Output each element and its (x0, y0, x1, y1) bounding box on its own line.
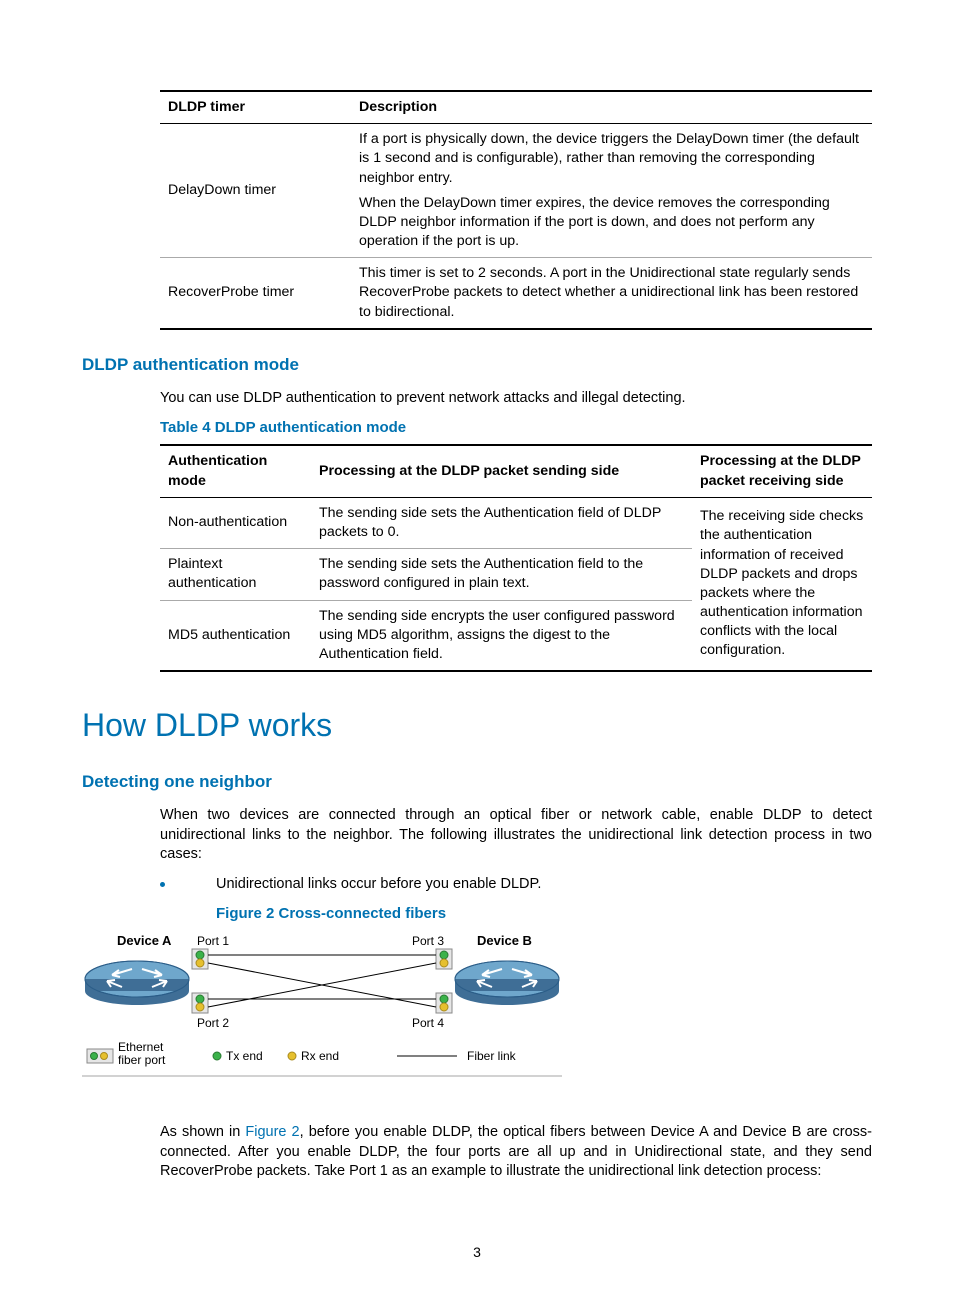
t1-r0-c1b: When the DelayDown timer expires, the de… (359, 194, 864, 252)
svg-text:Fiber link: Fiber link (467, 1049, 517, 1063)
t2-col3: The receiving side checks the authentica… (692, 497, 872, 671)
heading-auth-mode: DLDP authentication mode (82, 354, 872, 377)
port-1-icon (192, 949, 208, 969)
t2-h2: Processing at the DLDP packet receiving … (692, 445, 872, 497)
t1-r1-c0: RecoverProbe timer (160, 258, 351, 329)
router-b-icon (455, 961, 559, 1005)
t1-h1: Description (351, 91, 872, 124)
t2-r1-c1: The sending side sets the Authentication… (311, 549, 692, 600)
t2-h1: Processing at the DLDP packet sending si… (311, 445, 692, 497)
figure2-link[interactable]: Figure 2 (245, 1124, 299, 1140)
heading-how-dldp-works: How DLDP works (82, 704, 872, 747)
t2-r1-c0: Plaintext authentication (160, 549, 311, 600)
t1-h0: DLDP timer (160, 91, 351, 124)
router-a-icon (85, 961, 189, 1005)
table4-caption: Table 4 DLDP authentication mode (160, 418, 872, 438)
fig-device-b-label: Device B (477, 933, 532, 948)
detect-p2: As shown in Figure 2, before you enable … (160, 1123, 872, 1182)
bullet-1: Unidirectional links occur before you en… (160, 875, 872, 895)
svg-text:Tx end: Tx end (226, 1049, 263, 1063)
t2-r0-c1: The sending side sets the Authentication… (311, 497, 692, 548)
t2-r2-c0: MD5 authentication (160, 600, 311, 671)
fig-device-a-label: Device A (117, 933, 172, 948)
fig-port1-label: Port 1 (197, 934, 229, 948)
t2-r2-c1: The sending side encrypts the user confi… (311, 600, 692, 671)
legend: Ethernet fiber port Tx end Rx end Fiber … (82, 1040, 562, 1076)
t2-h0: Authentication mode (160, 445, 311, 497)
t1-r0-c1a: If a port is physically down, the device… (359, 130, 864, 194)
svg-text:Ethernet: Ethernet (118, 1040, 164, 1054)
fig-port4-label: Port 4 (412, 1016, 444, 1030)
figure2-caption: Figure 2 Cross-connected fibers (216, 904, 872, 924)
figure-cross-connected-fibers: Device A Port 1 Port 3 Device B (82, 931, 872, 1108)
svg-text:fiber port: fiber port (118, 1053, 166, 1067)
bullet-1-text: Unidirectional links occur before you en… (216, 876, 541, 892)
heading-detecting-one-neighbor: Detecting one neighbor (82, 771, 872, 794)
fiber-links (208, 955, 436, 1007)
page-number: 3 (0, 1243, 954, 1262)
fig-port3-label: Port 3 (412, 934, 444, 948)
detect-p1: When two devices are connected through a… (160, 806, 872, 865)
port-3-icon (436, 949, 452, 969)
port-4-icon (436, 993, 452, 1013)
svg-text:Rx end: Rx end (301, 1049, 339, 1063)
t2-r0-c0: Non-authentication (160, 497, 311, 548)
auth-mode-table: Authentication mode Processing at the DL… (160, 444, 872, 672)
port-2-icon (192, 993, 208, 1013)
dldp-timer-table: DLDP timer Description DelayDown timer I… (160, 90, 872, 330)
auth-intro: You can use DLDP authentication to preve… (160, 389, 872, 409)
fig-port2-label: Port 2 (197, 1016, 229, 1030)
t1-r0-c0: DelayDown timer (168, 182, 276, 198)
t1-r1-c1: This timer is set to 2 seconds. A port i… (351, 258, 872, 329)
p2a: As shown in (160, 1124, 245, 1140)
